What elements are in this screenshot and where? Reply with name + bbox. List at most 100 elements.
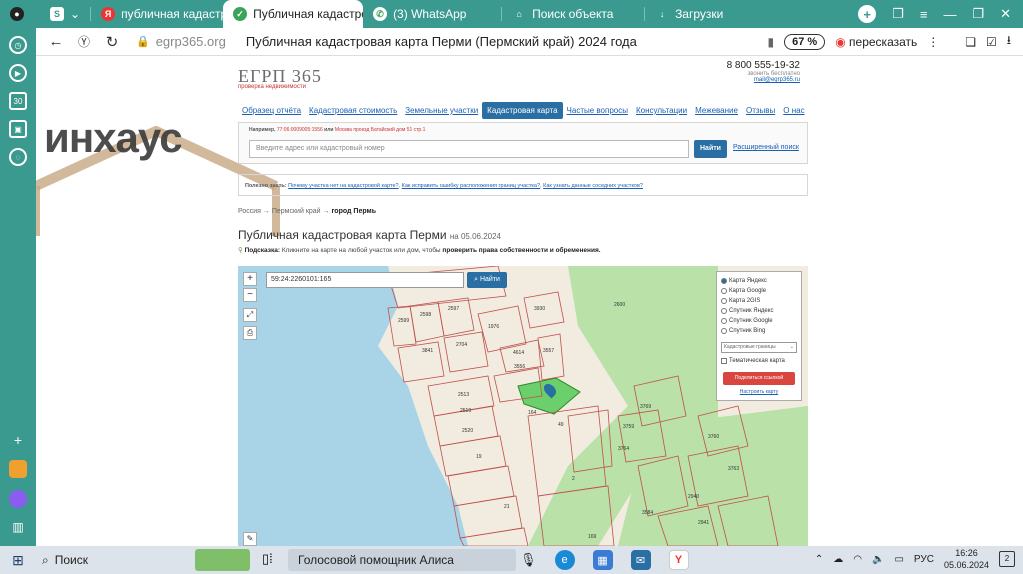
profile-sync-icon[interactable]: ☑ — [986, 35, 997, 49]
parcel-number: 164 — [528, 410, 537, 416]
wifi-icon[interactable]: ◠ — [853, 554, 862, 565]
tab-whatsapp[interactable]: ✆ (3) WhatsApp — [363, 0, 501, 28]
clock[interactable]: 16:26 05.06.2024 — [944, 547, 989, 571]
parcel-boundary[interactable] — [439, 435, 507, 477]
tab-downloads[interactable]: ↓ Загрузки — [645, 0, 785, 28]
thematic-map-checkbox[interactable]: Тематическая карта — [721, 356, 797, 366]
yandex-browser-icon[interactable]: Y — [668, 550, 689, 570]
volume-icon[interactable]: 🔈 — [872, 554, 884, 565]
translate-button[interactable]: ◉ пересказать — [835, 35, 917, 49]
chat-icon[interactable]: ◌ — [9, 148, 27, 166]
cadastral-number-input[interactable]: 59:24:2260101:165 — [266, 272, 464, 288]
tab-cadastral-map[interactable]: ✓Публичная кадастро✕ — [223, 0, 364, 28]
zoom-out-button[interactable]: − — [243, 288, 257, 302]
more-icon[interactable]: ⋮ — [927, 35, 939, 49]
menu-item-about[interactable]: О нас — [779, 104, 808, 117]
collections-icon[interactable]: ▣ — [9, 120, 27, 138]
battery-icon[interactable]: ▭ — [894, 554, 903, 565]
address-search-input[interactable]: Введите адрес или кадастровый номер — [249, 140, 689, 158]
breadcrumb-russia[interactable]: Россия — [238, 208, 261, 215]
tab-profile[interactable]: ● — [0, 0, 40, 28]
menu-item-surveying[interactable]: Межевание — [691, 104, 742, 117]
parcel-boundary[interactable] — [477, 305, 527, 353]
search-button[interactable]: Найти — [694, 140, 727, 158]
layer-option-google-map[interactable]: Карта Google — [721, 286, 797, 296]
tab-s[interactable]: S ⌄ — [40, 0, 90, 28]
phone-number[interactable]: 8 800 555-19-32 — [727, 60, 800, 71]
zoom-badge[interactable]: 67 % — [784, 33, 826, 50]
email-link[interactable]: mail@egrp365.ru — [727, 77, 800, 83]
play-icon[interactable]: ▶ — [9, 64, 27, 82]
breadcrumb-perm-krai[interactable]: Пермский край — [272, 208, 321, 215]
tab-object-search[interactable]: ⌂ Поиск объекта — [502, 0, 644, 28]
new-tab-icon[interactable]: + — [858, 5, 877, 23]
ruler-icon[interactable]: ✎ — [243, 532, 257, 546]
configure-map-link[interactable]: Настроить карту — [721, 389, 797, 395]
back-icon[interactable]: ← — [42, 33, 70, 50]
url-field[interactable]: 🔒 egrp365.org — [136, 34, 226, 49]
map-find-button[interactable]: ⌕ Найти — [467, 272, 507, 288]
notifications-icon[interactable]: 2 — [999, 551, 1015, 567]
boundary-type-select[interactable]: Кадастровые границы ⌄ — [721, 342, 797, 353]
mail-icon[interactable]: ✉ — [630, 550, 651, 570]
tab-yandex-search[interactable]: Япубличная кадастровая — [91, 0, 223, 28]
sidebar-toggle-icon[interactable]: ▥ — [12, 520, 23, 534]
layer-option-bing-satellite[interactable]: Спутник Bing — [721, 326, 797, 336]
microphone-icon[interactable]: 🎙 — [520, 552, 537, 568]
menu-item-consultations[interactable]: Консультации — [632, 104, 691, 117]
menu-item-reviews[interactable]: Отзывы — [742, 104, 779, 117]
parcel-boundary[interactable] — [459, 527, 529, 546]
language-indicator[interactable]: РУС — [914, 554, 934, 565]
menu-item-cadastral-value[interactable]: Кадастровая стоимость — [305, 104, 401, 117]
minimize-icon[interactable]: — — [943, 7, 956, 22]
zoom-in-button[interactable]: + — [243, 272, 257, 286]
yandex-button-icon[interactable]: Ⓨ — [70, 33, 98, 50]
menu-item-cadastral-map[interactable]: Кадастровая карта — [482, 102, 563, 119]
faq-link-fix-boundary[interactable]: Как исправить ошибку расположения границ… — [402, 183, 540, 189]
history-icon[interactable]: ◷ — [9, 36, 27, 54]
layer-option-yandex-satellite[interactable]: Спутник Яндекс — [721, 306, 797, 316]
windows-start-icon[interactable]: ⊞ — [0, 552, 36, 569]
chevron-down-icon[interactable]: ⌄ — [70, 7, 80, 21]
window-close-icon[interactable]: ✕ — [1000, 6, 1011, 22]
faq-link-missing-plot[interactable]: Почему участка нет на кадастровой карте? — [288, 183, 398, 189]
layer-option-2gis-map[interactable]: Карта 2GIS — [721, 296, 797, 306]
extensions-icon[interactable]: ❏ — [965, 35, 976, 49]
bookmark-icon[interactable]: ▮ — [768, 35, 775, 49]
alice-icon[interactable] — [9, 490, 27, 508]
parcel-boundary[interactable] — [397, 341, 445, 383]
print-icon[interactable]: ⎙ — [243, 326, 257, 340]
task-view-icon[interactable]: ▯⁞ — [262, 551, 273, 567]
taskbar-search[interactable]: ⌕ Поиск — [36, 553, 186, 568]
profile-icon: ● — [10, 7, 24, 21]
share-link-button[interactable]: Поделиться ссылкой — [723, 372, 795, 385]
alice-voice-assistant[interactable]: Голосовой помощник Алиса — [288, 549, 516, 571]
layer-option-google-satellite[interactable]: Спутник Google — [721, 316, 797, 326]
tray-app-icon[interactable]: ☁ — [833, 554, 843, 565]
edge-icon[interactable]: e — [554, 550, 575, 570]
faq-link-neighbors[interactable]: Как узнать данные соседних участков? — [543, 183, 643, 189]
add-panel-icon[interactable]: + — [14, 432, 22, 448]
menu-icon[interactable]: ≡ — [920, 7, 928, 22]
page-title: Публичная кадастровая карта Перми (Пермс… — [245, 34, 637, 49]
menu-item-sample-report[interactable]: Образец отчёта — [238, 104, 305, 117]
cadastral-map[interactable]: 4355259925982597197639302600384127044614… — [238, 266, 808, 546]
widgets-icon[interactable] — [195, 549, 250, 571]
maximize-icon[interactable]: ❐ — [972, 6, 984, 22]
menu-item-faq[interactable]: Частые вопросы — [563, 104, 632, 117]
store-icon[interactable]: ▦ — [592, 550, 613, 570]
mail-app-icon[interactable] — [9, 460, 27, 478]
parcel-boundary[interactable] — [447, 465, 515, 507]
parcel-boundary[interactable] — [443, 331, 489, 373]
downloads-icon[interactable]: ⭳ — [1007, 31, 1011, 52]
bookmarks-icon[interactable]: ❐ — [892, 6, 904, 22]
menu-item-land-plots[interactable]: Земельные участки — [401, 104, 482, 117]
badge-30-icon[interactable]: 30 — [9, 92, 27, 110]
layer-option-yandex-map[interactable]: Карта Яндекс — [721, 276, 797, 286]
reload-icon[interactable]: ↻ — [98, 33, 126, 51]
address-bar: ← Ⓨ ↻ 🔒 egrp365.org Публичная кадастрова… — [36, 28, 1023, 56]
tray-chevron-icon[interactable]: ⌃ — [815, 554, 823, 565]
parcel-boundary[interactable] — [437, 297, 475, 337]
fullscreen-icon[interactable]: ⤢ — [243, 308, 257, 322]
advanced-search-link[interactable]: Расширенный поиск — [733, 144, 799, 151]
